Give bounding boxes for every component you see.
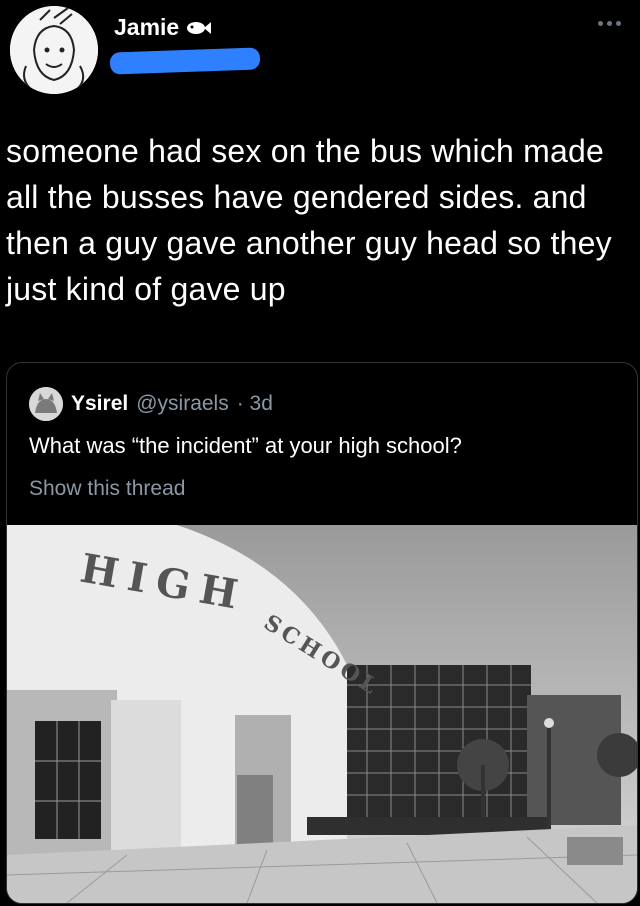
quoted-header: Ysirel @ysiraels · 3d xyxy=(29,387,273,421)
doodle-avatar-icon xyxy=(10,6,98,94)
quoted-handle[interactable]: @ysiraels xyxy=(136,392,229,416)
more-options-icon[interactable] xyxy=(598,18,626,28)
fish-icon xyxy=(187,21,212,34)
high-school-photo[interactable]: HIGH SCHOOL xyxy=(7,525,637,903)
tweet-text: someone had sex on the bus which made al… xyxy=(6,133,612,307)
redacted-handle xyxy=(109,47,261,75)
author-avatar[interactable] xyxy=(10,6,98,94)
quoted-tweet[interactable]: Ysirel @ysiraels · 3d What was “the inci… xyxy=(6,362,638,904)
quoted-name[interactable]: Ysirel xyxy=(71,392,128,416)
quoted-text: What was “the incident” at your high sch… xyxy=(29,433,462,458)
author-row: Jamie xyxy=(114,14,212,41)
quoted-time: · 3d xyxy=(236,392,273,415)
cat-avatar-icon xyxy=(29,387,63,421)
show-thread-link[interactable]: Show this thread xyxy=(29,477,185,501)
author-name[interactable]: Jamie xyxy=(114,14,179,41)
quoted-avatar[interactable] xyxy=(29,387,63,421)
